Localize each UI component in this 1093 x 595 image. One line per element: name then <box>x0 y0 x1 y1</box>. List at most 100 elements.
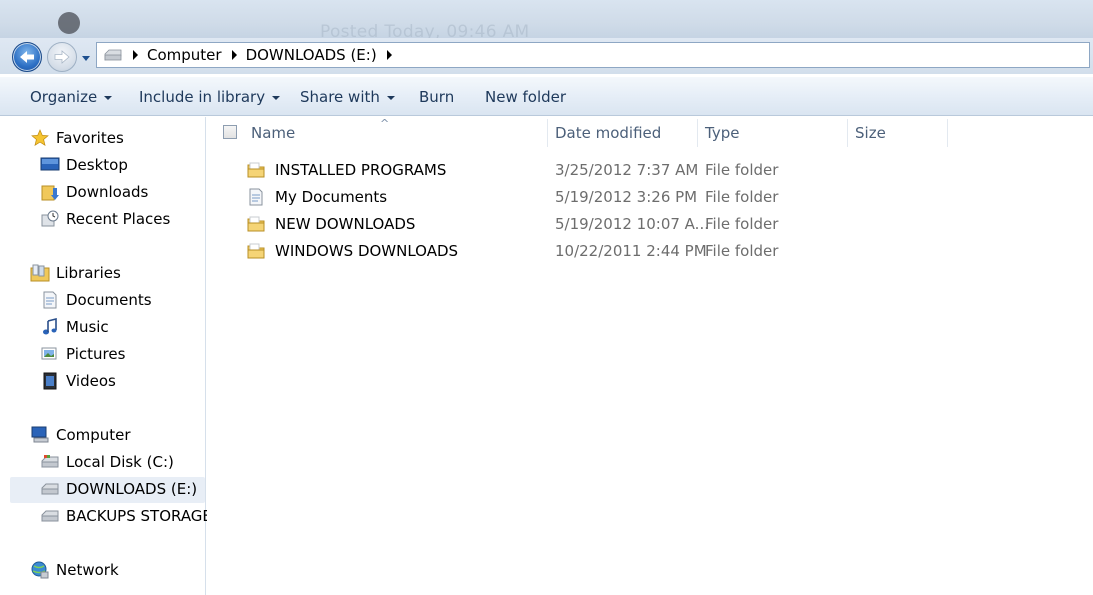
documents-folder-icon <box>247 187 269 207</box>
breadcrumb-separator[interactable] <box>386 50 392 60</box>
share-with-button[interactable]: Share with <box>300 88 395 106</box>
sidebar-item-pictures[interactable]: Pictures <box>40 343 125 365</box>
downloads-folder-icon <box>40 182 60 202</box>
local-disk-icon <box>40 452 60 472</box>
column-header-label: Date modified <box>555 124 662 142</box>
sidebar-item-label: Recent Places <box>66 210 171 228</box>
recent-places-icon <box>40 209 60 229</box>
sidebar-item-backups-storage[interactable]: BACKUPS STORAGE ( <box>40 505 223 527</box>
navigation-pane: Favorites Desktop Downloads Recent Place… <box>0 117 223 595</box>
sidebar-item-label: Local Disk (C:) <box>66 453 174 471</box>
sidebar-item-downloads[interactable]: Downloads <box>40 181 148 203</box>
sidebar-item-favorites[interactable]: Favorites <box>30 127 124 149</box>
sidebar-item-computer[interactable]: Computer <box>30 424 131 446</box>
sidebar-item-music[interactable]: Music <box>40 316 109 338</box>
sidebar-item-videos[interactable]: Videos <box>40 370 116 392</box>
sidebar-item-label: BACKUPS STORAGE ( <box>66 507 223 525</box>
desktop-icon <box>40 155 60 175</box>
recent-pages-dropdown-icon[interactable] <box>80 52 92 64</box>
include-in-library-label: Include in library <box>139 88 266 106</box>
sidebar-item-label: Documents <box>66 291 152 309</box>
column-divider[interactable] <box>697 119 698 147</box>
file-type: File folder <box>705 188 779 206</box>
sidebar-item-label: Videos <box>66 372 116 390</box>
column-header-label: Type <box>705 124 740 142</box>
column-header-type[interactable]: Type <box>705 117 739 149</box>
sidebar-item-label: Desktop <box>66 156 128 174</box>
sidebar-item-documents[interactable]: Documents <box>40 289 152 311</box>
forward-button[interactable] <box>47 42 77 72</box>
file-date-modified: 10/22/2011 2:44 PM <box>555 242 707 260</box>
column-header-name[interactable]: Name <box>251 117 295 149</box>
new-folder-button[interactable]: New folder <box>485 88 566 106</box>
sidebar-item-network[interactable]: Network <box>30 559 119 581</box>
chevron-down-icon <box>386 96 395 100</box>
computer-icon <box>30 425 50 445</box>
music-icon <box>40 317 60 337</box>
file-date-modified: 5/19/2012 10:07 A... <box>555 215 709 233</box>
sidebar-item-desktop[interactable]: Desktop <box>40 154 128 176</box>
sidebar-item-label: Music <box>66 318 109 336</box>
organize-label: Organize <box>30 88 98 106</box>
sidebar-item-downloads-drive[interactable]: DOWNLOADS (E:) <box>40 478 197 500</box>
sort-ascending-icon: ^ <box>380 117 390 130</box>
breadcrumb-downloads-drive[interactable]: DOWNLOADS (E:) <box>246 46 377 64</box>
sidebar-item-label: Pictures <box>66 345 126 363</box>
sidebar-item-recent-places[interactable]: Recent Places <box>40 208 170 230</box>
file-name: WINDOWS DOWNLOADS <box>275 242 459 260</box>
drive-icon <box>40 506 60 526</box>
file-date-modified: 3/25/2012 7:37 AM <box>555 161 699 179</box>
sidebar-item-libraries[interactable]: Libraries <box>30 262 121 284</box>
column-header-label: Size <box>855 124 886 142</box>
sidebar-item-label: Libraries <box>56 264 121 282</box>
chevron-down-icon <box>272 96 281 100</box>
folder-icon <box>247 241 269 261</box>
videos-icon <box>40 371 60 391</box>
file-name: INSTALLED PROGRAMS <box>275 161 447 179</box>
sidebar-item-label: Computer <box>56 426 131 444</box>
file-type: File folder <box>705 161 779 179</box>
select-all-checkbox[interactable] <box>223 125 237 139</box>
include-in-library-button[interactable]: Include in library <box>139 88 281 106</box>
command-toolbar: Organize Include in library Share with B… <box>0 76 1093 116</box>
address-bar[interactable]: Computer DOWNLOADS (E:) <box>96 42 1090 68</box>
sidebar-item-local-disk[interactable]: Local Disk (C:) <box>40 451 174 473</box>
new-folder-label: New folder <box>485 88 567 106</box>
burn-button[interactable]: Burn <box>419 88 454 106</box>
file-list-pane: ^ Name Date modified Type Size INSTALLED… <box>207 117 1093 595</box>
share-with-label: Share with <box>300 88 380 106</box>
sidebar-item-label: Favorites <box>56 129 124 147</box>
folder-icon <box>247 214 269 234</box>
drive-icon <box>40 479 60 499</box>
column-header-size[interactable]: Size <box>855 117 886 149</box>
network-icon <box>30 560 50 580</box>
breadcrumb-computer[interactable]: Computer <box>147 46 222 64</box>
blurred-avatar <box>58 12 80 34</box>
organize-button[interactable]: Organize <box>30 88 113 106</box>
file-row[interactable]: INSTALLED PROGRAMS 3/25/2012 7:37 AM Fil… <box>247 158 1067 182</box>
sidebar-item-label: Network <box>56 561 119 579</box>
window-title-area: Posted Today, 09:46 AM <box>0 0 1093 42</box>
burn-label: Burn <box>419 88 455 106</box>
star-icon <box>30 128 50 148</box>
libraries-icon <box>30 263 50 283</box>
back-button[interactable] <box>12 42 42 72</box>
column-divider[interactable] <box>847 119 848 147</box>
breadcrumb-separator[interactable] <box>231 50 237 60</box>
file-row[interactable]: My Documents 5/19/2012 3:26 PM File fold… <box>247 185 1067 209</box>
column-divider[interactable] <box>547 119 548 147</box>
file-type: File folder <box>705 242 779 260</box>
file-row[interactable]: WINDOWS DOWNLOADS 10/22/2011 2:44 PM Fil… <box>247 239 1067 263</box>
column-header-date-modified[interactable]: Date modified <box>555 117 661 149</box>
column-header-label: Name <box>251 124 296 142</box>
documents-icon <box>40 290 60 310</box>
breadcrumb-separator[interactable] <box>133 50 138 60</box>
column-divider[interactable] <box>947 119 948 147</box>
file-row[interactable]: NEW DOWNLOADS 5/19/2012 10:07 A... File … <box>247 212 1067 236</box>
file-type: File folder <box>705 215 779 233</box>
drive-icon <box>103 45 123 65</box>
file-name: NEW DOWNLOADS <box>275 215 416 233</box>
back-arrow-icon <box>20 51 34 63</box>
sidebar-item-label: DOWNLOADS (E:) <box>66 480 198 498</box>
file-name: My Documents <box>275 188 388 206</box>
